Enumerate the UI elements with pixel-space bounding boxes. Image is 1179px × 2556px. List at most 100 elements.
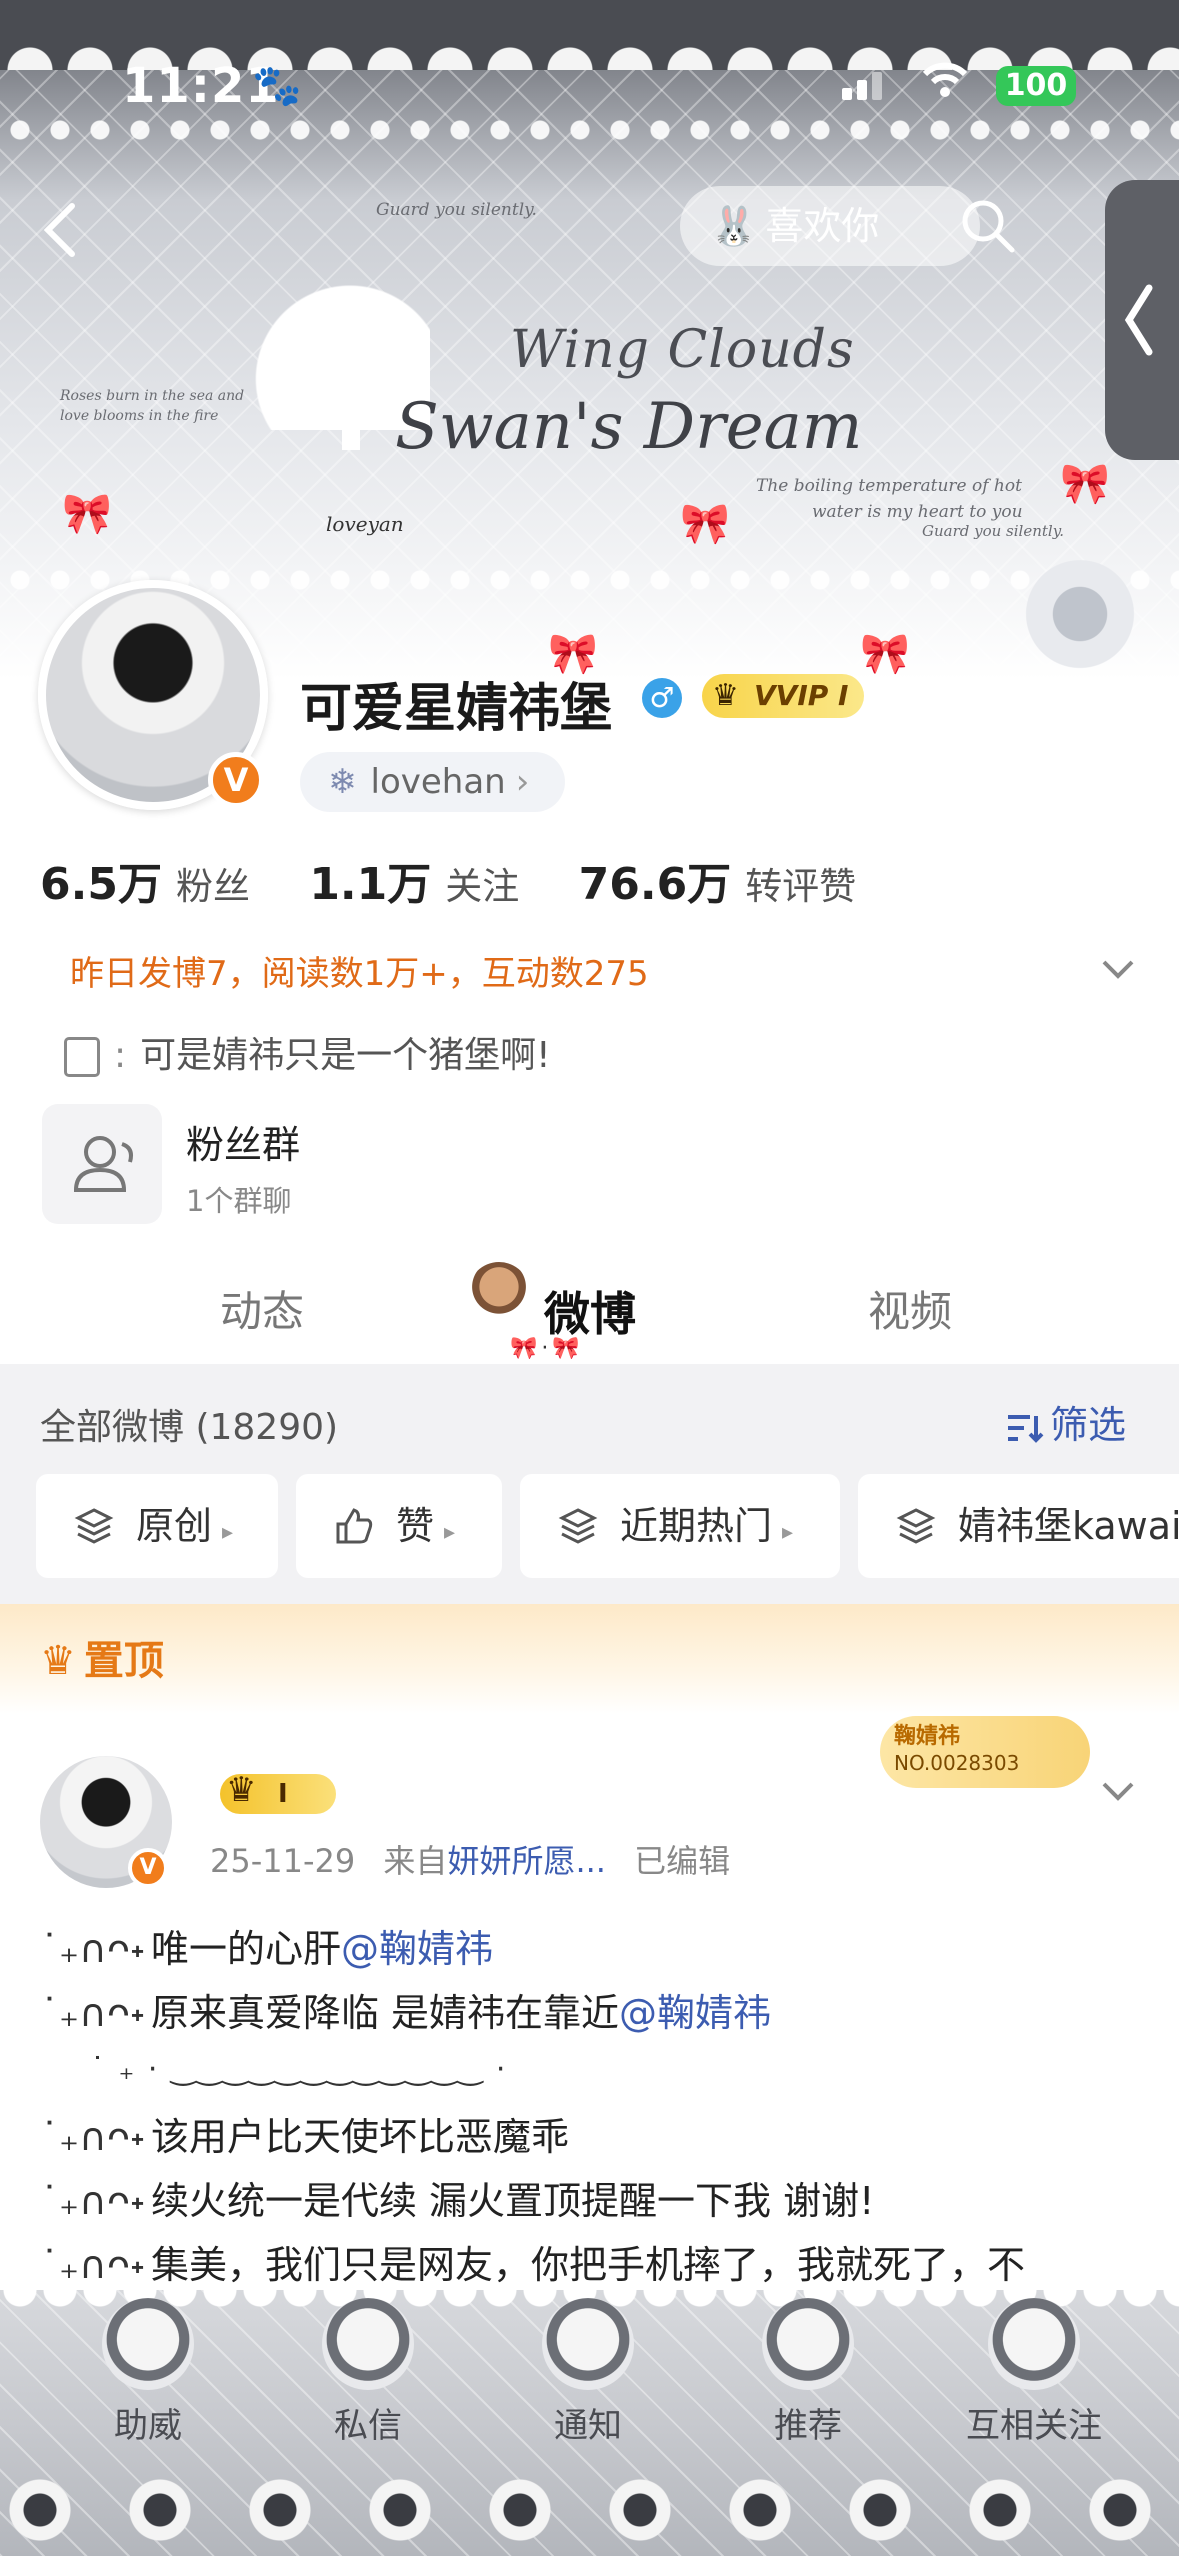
- post-text-line: ˙₊∩ᴖ˖ 唯一的心肝@鞠婧祎: [40, 1918, 493, 1973]
- stat-followers[interactable]: 6.5万 粉丝: [40, 848, 250, 912]
- tab-weibo[interactable]: 微博: [544, 1278, 636, 1344]
- like-button[interactable]: 🐰 喜欢你: [680, 186, 980, 266]
- mention-link[interactable]: @鞠婧祎: [619, 1991, 771, 2035]
- chip-hot[interactable]: 近期热门 ▸: [520, 1474, 840, 1578]
- post-menu-button[interactable]: [1098, 1772, 1138, 1812]
- fan-card-name: 鞠婧祎: [894, 1724, 961, 1749]
- paw-icon: 🐾: [252, 63, 302, 109]
- kitten-sticker: [1020, 560, 1140, 680]
- nav-label: 助威: [114, 2406, 182, 2446]
- vip-label: VVIP I: [754, 679, 849, 712]
- line-text: 原来真爱降临 是婧祎在靠近: [150, 1991, 620, 2035]
- line-text: 唯一的心肝: [150, 1927, 341, 1971]
- vip-badge[interactable]: ♛ VVIP I: [702, 674, 865, 718]
- pinned-text: 置顶: [83, 1638, 164, 1684]
- stat-value: 1.1万: [309, 859, 432, 910]
- fan-group-icon[interactable]: [42, 1104, 162, 1224]
- chip-likes[interactable]: 赞 ▸: [296, 1474, 502, 1578]
- stat-label: 关注: [445, 865, 520, 908]
- post-text-line: ˙₊∩ᴖ˖ 原来真爱降临 是婧祎在靠近@鞠婧祎: [40, 1982, 771, 2037]
- fan-group-title[interactable]: 粉丝群: [186, 1114, 300, 1169]
- nav-label: 互相关注: [966, 2406, 1102, 2446]
- nav-notifications[interactable]: 通知: [498, 2298, 678, 2447]
- side-panel-handle[interactable]: [1105, 180, 1179, 460]
- post-text-line: ˙₊∩ᴖ˖ 集美，我们只是网友，你把手机摔了，我就死了，不: [40, 2234, 1025, 2289]
- fan-number-card[interactable]: 鞠婧祎 NO.0028303: [880, 1716, 1090, 1788]
- banner-script-text: Guard you silently.: [376, 200, 537, 220]
- deco-text: ˙₊∩ᴖ˖: [40, 2243, 145, 2287]
- bow-icon: 🎀: [680, 501, 730, 547]
- stat-following[interactable]: 1.1万 关注: [309, 848, 519, 912]
- expand-profile-button[interactable]: [1098, 950, 1138, 990]
- tab-video[interactable]: 视频: [868, 1278, 952, 1339]
- mention-link[interactable]: @鞠婧祎: [341, 1927, 493, 1971]
- line-text: 续火统一是代续 漏火置顶提醒一下我 谢谢!: [150, 2179, 875, 2223]
- bow-donut-icon: [988, 2298, 1080, 2390]
- donut-icon: [762, 2298, 854, 2390]
- bow-icon: 🎀: [860, 631, 910, 677]
- fan-card-number: NO.0028303: [894, 1751, 1020, 1775]
- filter-label: 筛选: [1050, 1403, 1127, 1447]
- chip-label: 赞: [396, 1504, 435, 1548]
- nav-mutual-follow[interactable]: 互相关注: [934, 2298, 1134, 2447]
- nav-cheer[interactable]: 助威: [58, 2298, 238, 2447]
- profile-bio: : 可是婧祎只是一个猪堡啊!: [64, 1026, 551, 1078]
- crown-icon: ♛: [226, 1770, 257, 1810]
- deco-divider: ˙ ₊ · ‿‿‿‿‿‿‿‿‿‿‿‿ ·: [90, 2052, 508, 2087]
- chevron-right-icon: ›: [515, 762, 530, 802]
- chevron-down-icon: [1102, 960, 1134, 979]
- search-icon: [962, 200, 1015, 253]
- stat-value: 76.6万: [578, 859, 732, 910]
- cookie-icon: [102, 2298, 194, 2390]
- verified-badge: V: [208, 752, 264, 808]
- nav-label: 私信: [334, 2406, 402, 2446]
- search-button[interactable]: [958, 196, 1018, 256]
- nav-recommend[interactable]: 推荐: [718, 2298, 898, 2447]
- triangle-right-icon: ▸: [782, 1520, 794, 1545]
- daily-summary: 昨日发博7，阅读数1万+，互动数275: [70, 954, 649, 994]
- snowflake-icon: ❄: [328, 762, 357, 802]
- stat-interactions[interactable]: 76.6万 转评赞: [579, 848, 857, 912]
- chip-original[interactable]: 原创 ▸: [36, 1474, 278, 1578]
- profile-stats: 6.5万 粉丝 1.1万 关注 76.6万 转评赞: [40, 848, 902, 912]
- banner-script-text: The boiling temperature of hot: [756, 476, 1022, 496]
- post-text-line: ˙₊∩ᴖ˖ 续火统一是代续 漏火置顶提醒一下我 谢谢!: [40, 2170, 874, 2225]
- banner-brand-line2: Swan's Dream: [395, 390, 863, 464]
- membership-level-badge[interactable]: ♛ I: [220, 1770, 336, 1814]
- triangle-right-icon: ▸: [444, 1520, 456, 1545]
- tab-active-indicator: 🎀·🎀: [510, 1336, 584, 1361]
- triangle-right-icon: ▸: [222, 1520, 234, 1545]
- deco-text: ˙₊∩ᴖ˖: [40, 2179, 145, 2223]
- wifi-icon: [922, 60, 968, 111]
- handle-pill[interactable]: ❄ lovehan ›: [300, 752, 565, 812]
- rabbit-icon: 🐰: [710, 204, 758, 248]
- cat-icon: [322, 2298, 414, 2390]
- dog-mascot-icon: [468, 1262, 530, 1324]
- bow-icon: 🎀: [62, 491, 112, 537]
- tab-dynamics[interactable]: 动态: [220, 1278, 304, 1339]
- filter-button[interactable]: 筛选: [1006, 1394, 1126, 1449]
- document-icon: [64, 1037, 100, 1077]
- banner-script-text: Roses burn in the sea and: [60, 388, 245, 404]
- pinned-label: ♛ 置顶: [40, 1628, 164, 1686]
- post-source[interactable]: 妍妍所愿...: [447, 1842, 606, 1880]
- line-text: 集美，我们只是网友，你把手机摔了，我就死了，不: [150, 2243, 1025, 2287]
- chip-label: 婧祎堡kawai: [958, 1504, 1179, 1548]
- nav-messages[interactable]: 私信: [278, 2298, 458, 2447]
- thumbs-up-icon: [336, 1508, 373, 1544]
- back-button[interactable]: [40, 200, 90, 260]
- swan-illustration: [300, 290, 360, 450]
- bow-icon: 🎀: [1060, 461, 1110, 507]
- stat-label: 粉丝: [175, 865, 250, 908]
- chip-custom[interactable]: 婧祎堡kawai: [858, 1474, 1179, 1578]
- nav-label: 通知: [554, 2406, 622, 2446]
- post-meta: 25-11-29 来自妍妍所愿... 已编辑: [210, 1836, 730, 1882]
- verified-badge: V: [128, 1848, 168, 1888]
- layers-icon: [896, 1508, 936, 1544]
- post-source-prefix: 来自: [383, 1842, 448, 1880]
- profile-name: 可爱星婧祎堡: [300, 679, 613, 739]
- chip-label: 近期热门: [620, 1504, 773, 1548]
- post-date: 25-11-29: [210, 1842, 356, 1880]
- filter-icon: [1008, 1414, 1044, 1443]
- nav-label: 推荐: [774, 2406, 842, 2446]
